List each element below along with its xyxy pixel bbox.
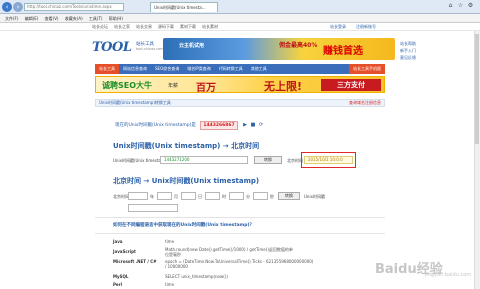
register-link[interactable]: 注册新账号 — [356, 23, 376, 31]
top-link[interactable]: 站长交易 — [136, 23, 152, 31]
header-link[interactable]: 站长帮助 — [400, 40, 416, 47]
month-input[interactable] — [157, 192, 172, 200]
home-icon[interactable]: ⌂ — [447, 2, 454, 10]
seo-banner-ad[interactable]: 诚聘SEO大牛 年薪 百万 无上限! 三方支付 — [95, 76, 385, 94]
menu-favorites[interactable]: 收藏夹(A) — [65, 16, 83, 21]
top-link[interactable]: 站长素材 — [202, 23, 218, 31]
banner-right: 三方支付 — [321, 79, 381, 91]
lang-name: JavaScript — [113, 249, 136, 254]
settings-icon[interactable]: ⚙ — [467, 2, 474, 10]
ad-text-mid: 佣金最高40% — [279, 42, 318, 49]
menu-file[interactable]: 文件(F) — [5, 16, 18, 21]
menu-tools[interactable]: 工具(T) — [89, 16, 103, 21]
unix-result-label: Unix时间戳 — [304, 194, 325, 199]
result-highlight-box: 2015/10/2 10:0:0 — [301, 152, 356, 168]
lang-code: SELECT unix_timestamp(now()) — [165, 274, 228, 279]
ad-text-left: 云主机试用 — [179, 43, 205, 49]
lang-code: epoch = (DateTime.Now.ToUniversalTime().… — [165, 259, 314, 269]
nav-item-code[interactable]: 代码转换工具 — [215, 64, 247, 74]
header-links: 站长帮助 新手入门 意见反馈 — [400, 40, 416, 61]
month-unit: 月 — [174, 194, 178, 199]
day-input[interactable] — [181, 192, 196, 200]
play-icon[interactable]: ▶ — [242, 122, 248, 128]
lang-code: Math.round(new Date().getTime()/1000) / … — [165, 247, 293, 257]
banner-left: 诚聘SEO大牛 — [102, 81, 153, 90]
convert-to-beijing-button[interactable]: 转换 — [254, 156, 282, 164]
ad-text-right: 赚钱首选 — [323, 46, 363, 57]
url-field[interactable]: http://tool.chinaz.com/Tools/unixtime.as… — [24, 3, 124, 11]
day-unit: 日 — [198, 194, 202, 199]
unix-result-output[interactable] — [128, 204, 178, 212]
nav-item-tools[interactable]: 站长工具 — [95, 64, 119, 74]
lang-code: time — [165, 239, 175, 244]
top-link[interactable]: 站长之家 — [114, 23, 130, 31]
banner-mid: 年薪 — [168, 83, 179, 89]
lang-name: Microsoft .NET / C# — [113, 259, 157, 264]
lang-name: Java — [113, 239, 123, 244]
lang-row-dotnet: Microsoft .NET / C# epoch = (DateTime.No… — [113, 259, 353, 269]
baidu-watermark-url: jingyan.baidu.com — [425, 272, 472, 278]
main-nav: 站长工具 网站信息查询 SEO综合查询 域名IP类查询 代码转换工具 其他工具 … — [95, 64, 385, 74]
back-icon[interactable]: ‹ — [2, 2, 12, 12]
browser-address-bar: ‹ › http://tool.chinaz.com/Tools/unixtim… — [0, 0, 480, 14]
divider — [95, 233, 385, 234]
breadcrumb: Unix时间戳(Unix timestamp)转换工具 查询域名注册信息 — [95, 99, 385, 107]
second-unit: 秒 — [270, 194, 274, 199]
top-link[interactable]: 源码下载 — [158, 23, 174, 31]
browser-tab[interactable]: Unix时间戳(Unix timesta... — [150, 2, 218, 12]
site-top-bar: 站长论坛 站长之家 站长交易 源码下载 素材下载 站长素材 站长登录 注册新账号 — [0, 23, 480, 31]
stop-icon[interactable]: ■ — [250, 122, 256, 128]
breadcrumb-right-link[interactable]: 查询域名注册信息 — [349, 100, 381, 106]
divider — [95, 217, 385, 218]
login-link[interactable]: 站长登录 — [330, 23, 346, 31]
header-ad-banner[interactable]: 云主机试用 佣金最高40% 赚钱首选 — [163, 38, 395, 60]
current-timestamp-value: 1443266867 — [200, 121, 238, 130]
browser-menu-bar: 文件(F) 编辑(E) 查看(V) 收藏夹(A) 工具(T) 帮助(H) — [0, 14, 480, 23]
lang-name: MySQL — [113, 274, 129, 279]
current-timestamp-label: 现在的Unix时间戳(Unix timestamp)是 — [115, 123, 196, 128]
hour-input[interactable] — [205, 192, 220, 200]
year-input[interactable] — [128, 192, 148, 200]
header-link[interactable]: 新手入门 — [400, 47, 416, 54]
section1-title: Unix时间戳(Unix timestamp) → 北京时间 — [113, 142, 260, 150]
menu-view[interactable]: 查看(V) — [45, 16, 59, 21]
minute-unit: 分 — [246, 194, 250, 199]
menu-edit[interactable]: 编辑(E) — [25, 16, 39, 21]
beijing-input-label: 北京时间 — [113, 194, 129, 199]
nav-item-seo[interactable]: SEO综合查询 — [151, 64, 183, 74]
menu-help[interactable]: 帮助(H) — [109, 16, 123, 21]
favorites-icon[interactable]: ☆ — [457, 2, 464, 10]
logo-subtitle: 站长工具 tool.chinaz.com — [136, 42, 164, 51]
convert-to-unix-button[interactable]: 转换 — [278, 192, 300, 200]
second-input[interactable] — [253, 192, 268, 200]
unix-timestamp-input[interactable]: 1443271200 — [160, 156, 248, 164]
section2-title: 北京时间 → Unix时间戳(Unix timestamp) — [113, 177, 260, 185]
header-link[interactable]: 意见反馈 — [400, 54, 416, 61]
banner-tail: 无上限! — [264, 80, 303, 93]
top-link[interactable]: 素材下载 — [180, 23, 196, 31]
top-link[interactable]: 站长论坛 — [92, 23, 108, 31]
nav-item-other[interactable]: 其他工具 — [247, 64, 271, 74]
banner-highlight: 百万 — [196, 83, 216, 94]
minute-input[interactable] — [229, 192, 244, 200]
refresh-icon[interactable]: ⟳ — [258, 122, 264, 128]
section3-title: 如何在不同编程语言中获取现在的Unix时间戳(Unix timestamp)？ — [113, 223, 254, 228]
lang-row-javascript: JavaScript Math.round(new Date().getTime… — [113, 247, 353, 257]
forward-icon[interactable]: › — [13, 2, 23, 12]
nav-item-domain[interactable]: 域名IP类查询 — [183, 64, 215, 74]
beijing-time-result[interactable]: 2015/10/2 10:0:0 — [304, 156, 353, 164]
site-logo[interactable]: TOOL — [92, 40, 132, 55]
year-unit: 年 — [150, 194, 154, 199]
nav-item-siteinfo[interactable]: 网站信息查询 — [119, 64, 151, 74]
scrollbar-thumb[interactable] — [475, 34, 479, 144]
lang-name: Perl — [113, 282, 122, 287]
nav-item-mobile[interactable]: 站长工具手机版 — [349, 64, 385, 74]
lang-code: time — [165, 282, 175, 287]
hour-unit: 时 — [222, 194, 226, 199]
